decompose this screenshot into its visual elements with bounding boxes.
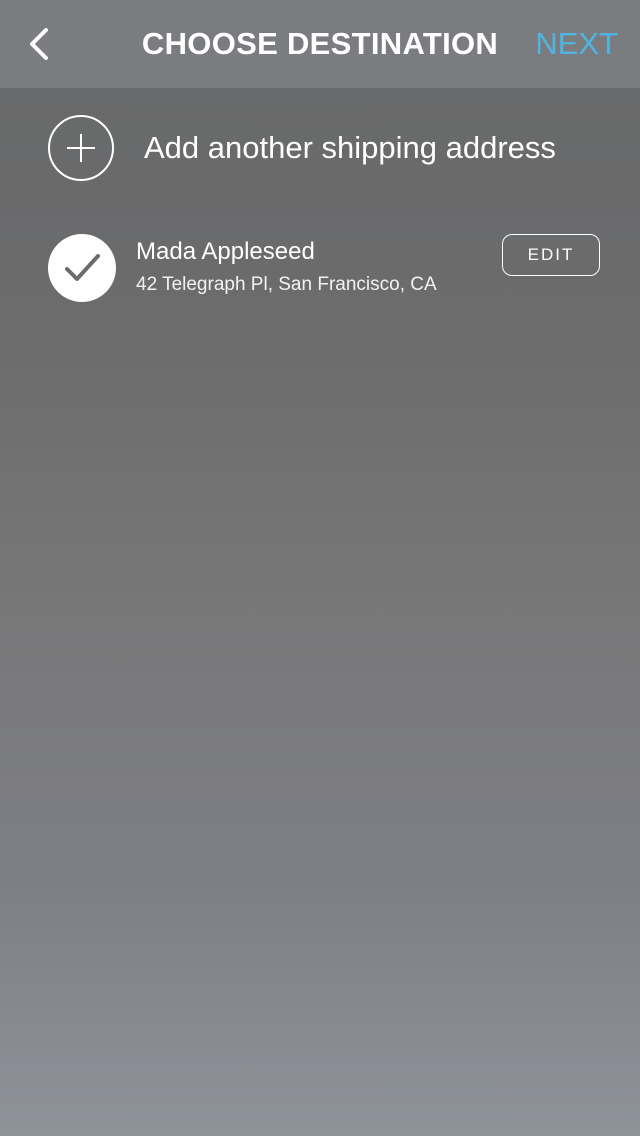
address-street: 42 Telegraph Pl, San Francisco, CA xyxy=(136,274,437,295)
plus-circle-icon xyxy=(48,115,114,181)
address-name: Mada Appleseed xyxy=(136,238,315,265)
checkmark-icon[interactable] xyxy=(48,234,116,302)
navigation-bar: CHOOSE DESTINATION NEXT xyxy=(0,0,640,88)
back-button[interactable] xyxy=(20,22,64,66)
add-shipping-address-label: Add another shipping address xyxy=(144,130,556,165)
address-list-item[interactable]: Mada Appleseed 42 Telegraph Pl, San Fran… xyxy=(48,234,600,302)
edit-address-button[interactable]: EDIT xyxy=(502,234,600,276)
chevron-left-icon xyxy=(30,28,48,60)
add-shipping-address-button[interactable]: Add another shipping address xyxy=(48,114,556,182)
next-button[interactable]: NEXT xyxy=(535,24,618,64)
